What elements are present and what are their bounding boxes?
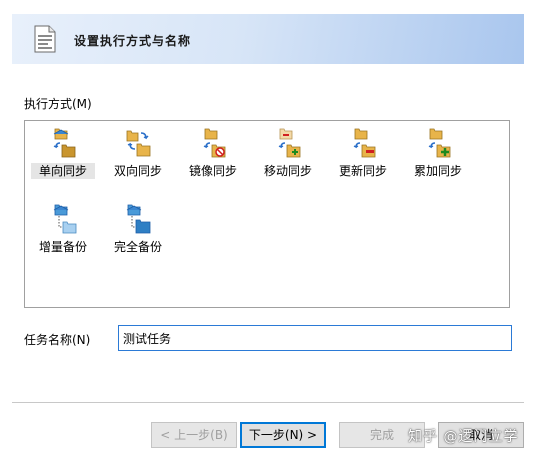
task-name-input[interactable] [118, 325, 512, 351]
prev-button[interactable]: < 上一步(B) [151, 422, 237, 448]
update-sync-icon [353, 128, 376, 158]
one-way-sync-icon [53, 128, 76, 158]
divider [12, 402, 524, 403]
mode-item-label: 移动同步 [263, 164, 312, 178]
mode-item-mirror-sync[interactable]: 镜像同步 [181, 125, 245, 185]
task-name-label: 任务名称(N) [24, 333, 91, 347]
mirror-sync-icon [203, 128, 226, 158]
mode-label: 执行方式(M) [24, 97, 92, 111]
next-button[interactable]: 下一步(N) > [240, 422, 326, 448]
mode-item-move-sync[interactable]: 移动同步 [256, 125, 320, 185]
mode-list[interactable]: 单向同步 双向同步 镜像同步 移动同步 更新同步 累加同步 增量备份 完全备份 [24, 120, 510, 308]
wizard-header: 设置执行方式与名称 [12, 14, 524, 64]
page-title: 设置执行方式与名称 [74, 34, 192, 48]
move-sync-icon [278, 128, 301, 158]
mode-item-two-way-sync[interactable]: 双向同步 [106, 125, 170, 185]
mode-item-label: 完全备份 [113, 240, 162, 254]
mode-item-label: 累加同步 [413, 164, 462, 178]
two-way-sync-icon [126, 130, 151, 157]
accumulate-sync-icon [428, 128, 451, 158]
incremental-backup-icon [53, 204, 77, 234]
mode-item-accumulate-sync[interactable]: 累加同步 [406, 125, 470, 185]
full-backup-icon [126, 204, 151, 234]
mode-item-label: 更新同步 [338, 164, 387, 178]
mode-item-label: 增量备份 [38, 240, 87, 254]
mode-item-incremental-backup[interactable]: 增量备份 [31, 201, 95, 261]
mode-item-label: 单向同步 [31, 163, 95, 179]
mode-item-full-backup[interactable]: 完全备份 [106, 201, 170, 261]
document-icon [34, 25, 56, 53]
mode-item-update-sync[interactable]: 更新同步 [331, 125, 395, 185]
watermark: 知乎 @逻门立学 [408, 429, 519, 445]
mode-item-one-way-sync[interactable]: 单向同步 [31, 125, 95, 185]
mode-item-label: 镜像同步 [188, 164, 237, 178]
mode-item-label: 双向同步 [113, 164, 162, 178]
